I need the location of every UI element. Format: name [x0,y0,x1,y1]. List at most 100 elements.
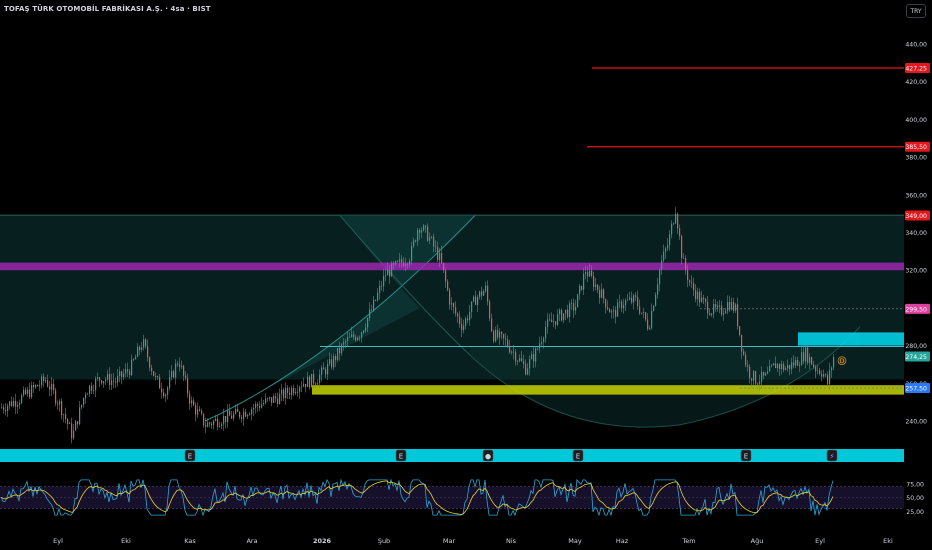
candle-body [219,426,221,427]
price-tick-label: 340,00 [905,230,927,237]
candle-body [411,246,413,261]
candle-body [125,369,127,374]
candle-body [309,376,311,388]
candle-body [455,307,457,314]
price-label-257-50: 257,50 [905,383,930,394]
candle-body [529,359,531,369]
candle-body [443,262,445,271]
candle-body [557,314,559,325]
price-tick-label: 420,00 [905,79,927,86]
candle-body [745,354,747,365]
time-label: Ara [246,537,257,545]
candle-body [349,336,351,338]
candle-body [283,389,285,399]
event-marker-1: E [184,449,196,462]
candle-body [109,374,111,385]
candle-body [649,327,651,329]
candle-body [251,409,253,415]
price-chart[interactable]: E E ● E E ⚡ D 440,00 420,00 400,00 380,00 360,00 340… [0,0,932,550]
candle-body [173,371,175,378]
candle-body [25,389,27,394]
event-marker-label: ⚡ [830,453,835,461]
candle-body [319,374,321,383]
candle-body [123,373,125,377]
candle-body [387,269,389,276]
candle-body [783,363,785,371]
candle-body [191,400,193,404]
candle-body [533,354,535,362]
candle-body [695,290,697,300]
candle-body [1,407,3,409]
candle-body [49,386,51,390]
candle-body [485,285,487,292]
candle-body [97,377,99,379]
candle-body [801,352,803,365]
candle-body [267,398,269,400]
candle-body [223,416,225,425]
candle-body [201,410,203,414]
event-marker-label: ● [485,453,491,461]
time-label: May [568,537,582,545]
candle-body [139,346,141,350]
candle-body [521,358,523,362]
candle-body [253,407,255,410]
candle-body [635,295,637,297]
candle-body [183,365,185,376]
candle-body [159,376,161,389]
candle-body [335,356,337,361]
candle-body [507,339,509,347]
candle-body [107,374,109,380]
candle-body [567,309,569,318]
candle-body [65,414,67,420]
candle-body [611,311,613,313]
candle-body [563,313,565,321]
candle-body [233,413,235,419]
candle-body [381,285,383,287]
candle-body [763,371,765,376]
rsi-panel [0,478,904,517]
candle-body [503,334,505,339]
candle-body [137,346,139,357]
candle-body [625,300,627,306]
candle-body [169,377,171,388]
candle-body [143,339,145,348]
candle-body [683,258,685,259]
candle-body [163,392,165,397]
candle-body [127,369,129,372]
candle-body [821,374,823,377]
candle-body [245,411,247,417]
price-tick-label: 380,00 [905,155,927,162]
candle-body [685,258,687,271]
candle-body [781,363,783,369]
candle-body [345,341,347,343]
candle-body [53,383,55,391]
candle-body [589,270,591,277]
candle-body [151,367,153,372]
candle-body [639,306,641,314]
candle-body [287,387,289,394]
event-marker-6: ⚡ [826,449,838,462]
candle-body [239,411,241,418]
candle-body [327,364,329,375]
candle-body [15,400,17,407]
candle-body [637,296,639,307]
candle-body [271,397,273,403]
candle-body [415,240,417,242]
event-marker-5: E [740,449,752,462]
candle-body [765,373,767,376]
candle-body [525,363,527,375]
candle-body [795,359,797,366]
candle-body [743,351,745,355]
time-label: Kas [184,537,196,545]
candle-body [559,310,561,315]
candle-body [701,297,703,303]
candle-body [705,299,707,302]
candle-body [369,309,371,318]
yellow-support-zone [312,385,904,395]
candle-body [21,395,23,403]
candle-body [33,385,35,388]
price-label-text: 349,00 [905,213,927,220]
candle-body [691,282,693,284]
candle-body [471,301,473,312]
candle-body [789,364,791,370]
